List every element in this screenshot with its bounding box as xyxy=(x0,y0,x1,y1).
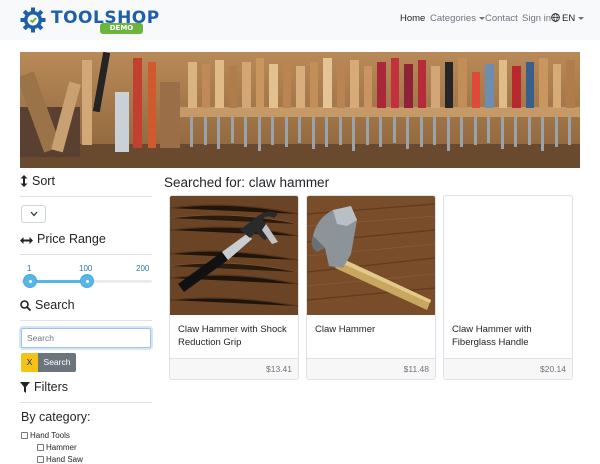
category-label: Hand Saw xyxy=(46,455,83,464)
sort-heading: Sort xyxy=(20,174,55,188)
hero-banner-image xyxy=(20,52,580,168)
checkbox[interactable] xyxy=(21,432,28,439)
card-footer: $20.14 xyxy=(444,358,572,379)
search-input[interactable] xyxy=(21,328,151,348)
product-image xyxy=(170,196,298,315)
nav-categories[interactable]: Categories xyxy=(430,13,485,24)
nav-language-label: EN xyxy=(562,13,576,24)
price-handle-value-label: 100 xyxy=(79,264,93,273)
filters-heading: Filters xyxy=(20,380,68,394)
product-card[interactable]: Claw Hammer $11.48 xyxy=(306,195,436,380)
category-checkbox-hammer[interactable]: Hammer xyxy=(37,443,77,452)
search-results-title: Searched for: claw hammer xyxy=(164,175,330,190)
nav-categories-label: Categories xyxy=(430,13,476,24)
navbar: TOOLSHOP DEMO Home Categories Contact Si… xyxy=(0,0,600,40)
by-category-heading: By category: xyxy=(21,410,91,424)
search-heading-label: Search xyxy=(35,298,75,312)
price-slider-max-handle[interactable] xyxy=(80,274,94,288)
search-heading: Search xyxy=(20,298,75,312)
product-card[interactable]: Claw Hammer with Fiberglass Handle $20.1… xyxy=(443,195,573,380)
demo-badge: DEMO xyxy=(100,23,143,34)
product-name: Claw Hammer xyxy=(315,324,376,335)
nav-language[interactable]: EN xyxy=(551,13,585,24)
product-image xyxy=(307,196,435,315)
arrows-horizontal-icon xyxy=(20,237,33,244)
nav-contact[interactable]: Contact xyxy=(485,13,518,24)
product-name: Claw Hammer with Fiberglass Handle xyxy=(452,324,532,348)
product-price: $13.41 xyxy=(266,364,292,374)
nav-sign-in[interactable]: Sign in xyxy=(522,13,551,24)
price-min-label: 1 xyxy=(27,264,32,273)
product-price: $20.14 xyxy=(540,364,566,374)
caret-down-icon xyxy=(578,16,585,20)
price-slider-min-handle[interactable] xyxy=(23,274,37,288)
divider xyxy=(20,320,152,321)
category-checkbox-hand-saw[interactable]: Hand Saw xyxy=(37,455,83,464)
filter-icon xyxy=(20,382,30,393)
product-price: $11.48 xyxy=(403,364,429,374)
product-image-placeholder xyxy=(444,196,572,315)
checkbox[interactable] xyxy=(37,444,44,451)
filters-heading-label: Filters xyxy=(34,380,69,394)
category-label: Hand Tools xyxy=(30,431,70,440)
card-footer: $13.41 xyxy=(170,358,298,379)
price-slider-selection xyxy=(30,280,87,283)
sort-arrows-icon xyxy=(20,175,28,187)
sort-select[interactable] xyxy=(21,205,46,223)
divider xyxy=(20,402,152,403)
sort-heading-label: Sort xyxy=(32,174,55,188)
clear-search-button[interactable]: X xyxy=(21,353,38,372)
divider xyxy=(20,196,152,197)
product-card[interactable]: Claw Hammer with Shock Reduction Grip $1… xyxy=(169,195,299,380)
price-range-heading-label: Price Range xyxy=(37,232,106,246)
search-icon xyxy=(20,300,32,312)
chevron-down-icon xyxy=(30,211,38,217)
product-name: Claw Hammer with Shock Reduction Grip xyxy=(178,324,287,348)
brand-logo[interactable]: TOOLSHOP DEMO xyxy=(20,7,159,34)
card-footer: $11.48 xyxy=(307,358,435,379)
gear-icon xyxy=(20,7,46,33)
category-label: Hammer xyxy=(46,443,77,452)
divider xyxy=(20,254,152,255)
price-max-label: 200 xyxy=(136,264,150,273)
nav-home[interactable]: Home xyxy=(400,13,425,24)
search-button[interactable]: Search xyxy=(38,353,76,372)
category-checkbox-hand-tools[interactable]: Hand Tools xyxy=(21,431,70,440)
price-range-heading: Price Range xyxy=(20,232,106,246)
globe-icon xyxy=(551,13,560,22)
